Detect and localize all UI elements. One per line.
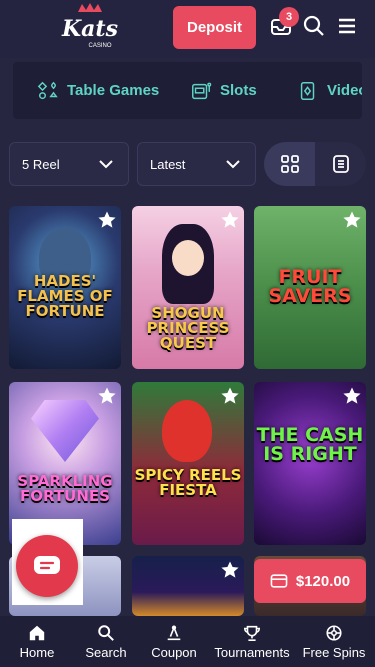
chevron-down-icon [226, 160, 240, 169]
nav-tournaments[interactable]: Tournaments [212, 616, 292, 667]
reel-filter-select[interactable]: 5 Reel [9, 142, 129, 186]
view-toggle [264, 142, 366, 186]
favorite-star-icon[interactable] [220, 386, 240, 406]
nav-label: Search [85, 644, 127, 660]
kats-casino-logo[interactable]: Kats CASINO [60, 2, 120, 52]
menu-icon[interactable] [335, 14, 359, 38]
coupon-icon [167, 624, 181, 640]
nav-label: Coupon [151, 644, 197, 660]
category-label: Slots [220, 82, 257, 99]
game-tile-cash-is-right[interactable]: THE CASH IS RIGHT [254, 382, 366, 545]
favorite-star-icon[interactable] [220, 560, 240, 580]
game-tile-partial[interactable] [132, 556, 244, 616]
game-title: SPARKLING FORTUNES [17, 472, 113, 505]
category-video[interactable]: Video [297, 62, 362, 119]
svg-text:CASINO: CASINO [88, 43, 111, 49]
game-art [172, 240, 204, 276]
slot-machine-icon [192, 82, 212, 99]
category-bar: Table Games Slots Video [13, 62, 362, 119]
nav-label: Home [19, 644, 55, 660]
sort-value: Latest [150, 156, 186, 172]
game-tile-fruit-savers[interactable]: FRUIT SAVERS [254, 206, 366, 369]
nav-home[interactable]: Home [14, 616, 60, 667]
top-header: Kats CASINO Deposit 3 [0, 0, 375, 58]
balance-amount: $120.00 [295, 572, 351, 590]
grid-icon [280, 155, 299, 173]
category-label: Video [327, 82, 362, 99]
category-label: Table Games [67, 82, 160, 99]
game-tile-hades-flames[interactable]: HADES' FLAMES OF FORTUNE [9, 206, 121, 369]
chevron-down-icon [99, 160, 113, 169]
nav-coupon[interactable]: Coupon [148, 616, 200, 667]
cards-icon [37, 81, 58, 99]
search-icon [98, 624, 114, 641]
game-title: HADES' FLAMES OF FORTUNE [17, 272, 113, 320]
deposit-button[interactable]: Deposit [173, 6, 256, 49]
balance-button[interactable]: $120.00 [254, 559, 366, 603]
game-title: FRUIT SAVERS [268, 266, 352, 307]
game-tile-spicy-reels[interactable]: SPICY REELS FIESTA [132, 382, 244, 545]
chat-bubble-icon [34, 556, 60, 574]
game-tile-shogun-princess[interactable]: SHOGUN PRINCESS QUEST [132, 206, 244, 369]
notification-badge: 3 [279, 7, 299, 27]
nav-label: Tournaments [214, 644, 290, 660]
bottom-navigation: Home Search Coupon Tournaments Free Spin… [0, 616, 375, 667]
diamond-art [31, 400, 99, 462]
free-spins-icon [326, 624, 342, 641]
favorite-star-icon[interactable] [97, 386, 117, 406]
game-title: SPICY REELS FIESTA [134, 466, 242, 499]
grid-view-button[interactable] [264, 142, 315, 186]
sort-select[interactable]: Latest [137, 142, 256, 186]
chili-art [162, 400, 212, 462]
search-icon[interactable] [302, 14, 326, 38]
favorite-star-icon[interactable] [342, 386, 362, 406]
trophy-icon [243, 625, 261, 641]
wallet-icon [270, 574, 288, 588]
category-slots[interactable]: Slots [190, 62, 257, 119]
nav-search[interactable]: Search [82, 616, 130, 667]
game-title: SHOGUN PRINCESS QUEST [146, 304, 230, 352]
list-view-button[interactable] [315, 142, 366, 186]
nav-label: Free Spins [302, 644, 366, 660]
video-poker-icon [300, 81, 315, 100]
game-title: THE CASH IS RIGHT [256, 424, 364, 465]
nav-free-spins[interactable]: Free Spins [301, 616, 367, 667]
svg-text:Kats: Kats [61, 16, 118, 42]
reel-filter-value: 5 Reel [22, 156, 60, 172]
category-table-games[interactable]: Table Games [37, 62, 159, 119]
list-icon [332, 155, 349, 173]
favorite-star-icon[interactable] [97, 210, 117, 230]
favorite-star-icon[interactable] [342, 210, 362, 230]
favorite-star-icon[interactable] [220, 210, 240, 230]
home-icon [29, 625, 45, 640]
live-chat-button[interactable] [16, 535, 78, 597]
